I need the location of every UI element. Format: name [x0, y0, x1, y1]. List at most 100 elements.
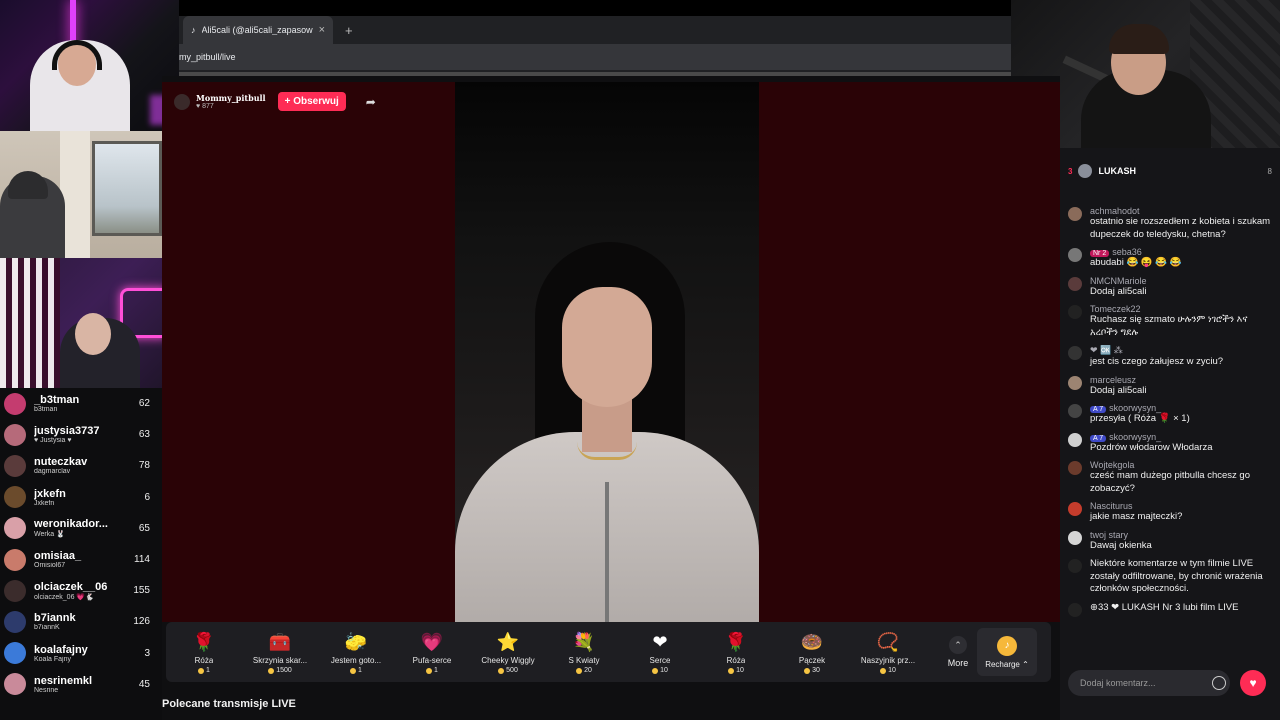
- chat-message: twoj stary Dawaj okienka: [1060, 530, 1280, 553]
- follow-button[interactable]: + Obserwuj: [277, 92, 346, 111]
- gift-price: 1500: [268, 667, 292, 674]
- gift-icon: 🧽: [344, 632, 368, 652]
- chat-avatar[interactable]: [1068, 346, 1082, 360]
- gift-price-value: 500: [506, 667, 518, 674]
- leaderboard-row[interactable]: nesrinemkl Nesrine 45: [0, 669, 162, 700]
- viewer-gift-count: 155: [133, 585, 150, 597]
- address-bar[interactable]: my_pitbull/live: [179, 44, 1011, 70]
- viewer-nickname: b3tman: [34, 406, 58, 414]
- close-tab-icon[interactable]: ×: [319, 24, 325, 36]
- recharge-button[interactable]: ♪ Recharge ⌃: [977, 628, 1037, 676]
- new-tab-button[interactable]: +: [345, 23, 353, 38]
- leaderboard-row[interactable]: _b3tman b3tman 62: [0, 388, 162, 419]
- chat-top-viewer[interactable]: 3 LUKASH 8: [1060, 148, 1280, 194]
- gift-name: Róża: [726, 656, 746, 665]
- gift-item[interactable]: 🌹 Róża 10: [698, 630, 774, 674]
- chat-text: Dawaj okienka: [1090, 539, 1152, 551]
- leaderboard-row[interactable]: omisiaa_ Omisiol67 114: [0, 544, 162, 575]
- gift-item[interactable]: ❤ Serce 10: [622, 630, 698, 674]
- gift-list: 🌹 Róża 1 🧰 Skrzynia skar... 1500 🧽 Jestem goto.…: [166, 630, 926, 674]
- emoji-icon[interactable]: [1212, 676, 1226, 690]
- leaderboard-row[interactable]: justysia3737 ♥ Justysia ♥ 63: [0, 419, 162, 450]
- top-viewer-rank: 3: [1068, 166, 1073, 176]
- viewer-gift-count: 62: [138, 398, 150, 410]
- chat-avatar[interactable]: [1068, 461, 1082, 475]
- chat-avatar[interactable]: [1068, 404, 1082, 418]
- chat-username[interactable]: Nasciturus: [1090, 501, 1272, 511]
- chat-username[interactable]: ❤ 🆗 ⁂: [1090, 345, 1272, 356]
- chat-username[interactable]: A 7 skoorwysyn_: [1090, 403, 1272, 413]
- leaderboard-row[interactable]: nuteczkav dagmarclav 78: [0, 450, 162, 481]
- chat-username[interactable]: Tomeczek22: [1090, 304, 1272, 314]
- leaderboard-row[interactable]: olciaczek__06 olciaczek_06 💗🐇 155: [0, 575, 162, 606]
- gift-name: Skrzynia skar...: [252, 656, 308, 665]
- viewer-avatar: [4, 454, 26, 477]
- chat-username[interactable]: achmahodot: [1090, 206, 1272, 216]
- viewer-name: jxkefn: [34, 487, 66, 500]
- comment-input[interactable]: Dodaj komentarz...: [1068, 670, 1230, 696]
- chat-message: A 7 skoorwysyn_ przesyła ( Róża 🌹 × 1): [1060, 403, 1280, 426]
- gift-item[interactable]: 💗 Pufa-serce 1: [394, 630, 470, 674]
- gift-item[interactable]: 📿 Naszyjnik prz... 10: [850, 630, 926, 674]
- gift-price-value: 1: [434, 667, 438, 674]
- viewer-name: koalafajny: [34, 643, 88, 656]
- chat-username-text: ❤ 🆗 ⁂: [1090, 345, 1123, 355]
- user-badge: A 7: [1090, 406, 1107, 413]
- chat-username[interactable]: twoj stary: [1090, 530, 1272, 540]
- chat-text: przesyła ( Róża 🌹 × 1): [1090, 413, 1190, 424]
- webcam-streamer-1: [0, 0, 179, 131]
- gift-item[interactable]: 🌹 Róża 1: [166, 630, 242, 674]
- viewer-avatar: [4, 642, 26, 665]
- gift-icon: 📿: [876, 632, 900, 652]
- viewer-avatar: [4, 673, 26, 696]
- chat-username[interactable]: NMCNMariole: [1090, 276, 1272, 286]
- viewer-name: _b3tman: [34, 394, 80, 407]
- gift-item[interactable]: 💐 S Kwiaty 20: [546, 630, 622, 674]
- chat-avatar[interactable]: [1068, 375, 1082, 390]
- host-avatar[interactable]: [174, 93, 190, 110]
- gift-item[interactable]: 🧰 Skrzynia skar... 1500: [242, 630, 318, 674]
- host-name[interactable]: Mommy_pitbull: [196, 93, 266, 103]
- browser-tab[interactable]: ♪ Ali5cali (@ali5cali_zapasowe_) is ×: [183, 16, 333, 44]
- gift-name: S Kwiaty: [568, 656, 600, 665]
- chat-avatar[interactable]: [1068, 305, 1082, 319]
- chat-avatar[interactable]: [1068, 276, 1082, 291]
- chat-username[interactable]: Nr 2 seba36: [1090, 247, 1272, 257]
- chat-avatar[interactable]: [1068, 559, 1082, 573]
- chat-username-text: NMCNMariole: [1090, 275, 1147, 286]
- chat-avatar[interactable]: [1068, 602, 1082, 617]
- leaderboard-row[interactable]: b7iannk b7iannK 126: [0, 606, 162, 637]
- gift-item[interactable]: ⭐ Cheeky Wiggly 500: [470, 630, 546, 674]
- chat-text: jest cis czego żałujesz w zyciu?: [1090, 356, 1224, 367]
- viewer-avatar: [4, 610, 26, 633]
- chat-message: achmahodot ostatnio sie rozszedłem z kobi…: [1060, 206, 1280, 241]
- chat-avatar[interactable]: [1068, 432, 1082, 447]
- chat-text: ⊕33 ❤ LUKASH Nr 3 lubi film LIVE: [1090, 601, 1239, 613]
- leaderboard-row[interactable]: weronikador... Werka 🐰 65: [0, 513, 162, 544]
- share-icon[interactable]: ➦: [366, 95, 376, 109]
- like-heart-button[interactable]: ♥: [1240, 670, 1266, 696]
- chat-avatar[interactable]: [1068, 207, 1082, 221]
- viewer-nickname: Jxkefn: [34, 499, 55, 507]
- chat-avatar[interactable]: [1068, 502, 1082, 516]
- more-gifts-button[interactable]: ⌃ More: [934, 636, 982, 668]
- live-video[interactable]: [455, 82, 759, 622]
- chat-username[interactable]: marceleusz: [1090, 375, 1272, 385]
- chat-message: Niektóre komentarze w tym filmie LIVE zo…: [1060, 558, 1280, 596]
- leaderboard-row[interactable]: koalafajny Koala Fajny 3: [0, 638, 162, 669]
- chat-avatar[interactable]: [1068, 530, 1082, 545]
- chat-username[interactable]: Wojtekgola: [1090, 460, 1272, 470]
- chat-avatar[interactable]: [1068, 248, 1082, 262]
- top-viewer-count: 8: [1267, 166, 1272, 176]
- gift-price: 30: [804, 667, 820, 674]
- user-badge: Nr 2: [1090, 250, 1110, 257]
- recharge-coin-icon: ♪: [997, 635, 1017, 656]
- leaderboard-row[interactable]: jxkefn Jxkefn 6: [0, 482, 162, 513]
- gift-price-value: 10: [736, 667, 744, 674]
- viewer-name: omisiaa_: [34, 550, 82, 563]
- gift-item[interactable]: 🧽 Jestem goto... 1: [318, 630, 394, 674]
- gift-item[interactable]: 🍩 Pączek 30: [774, 630, 850, 674]
- chat-text: cześć mam dużego pitbulla chcesz go zoba…: [1090, 470, 1250, 494]
- coin-icon: [880, 667, 887, 674]
- chat-username[interactable]: A 7 skoorwysyn_: [1090, 432, 1272, 442]
